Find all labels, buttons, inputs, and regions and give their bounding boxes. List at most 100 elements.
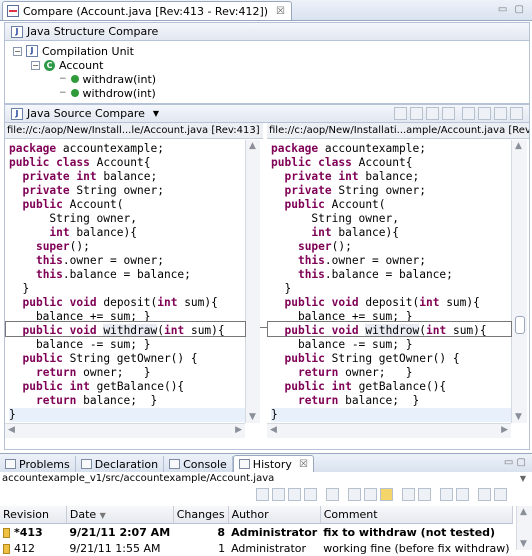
code-line: super(); [9, 240, 245, 254]
close-icon[interactable]: ☒ [299, 459, 308, 470]
tree-node-withdraw[interactable]: − withdraw(int) [59, 72, 156, 86]
column-comment[interactable]: Comment [320, 506, 514, 524]
java-icon: J [11, 25, 23, 38]
copy-right-to-left-icon[interactable] [410, 107, 423, 120]
generate-changelog-icon[interactable] [456, 488, 469, 501]
next-change-icon[interactable] [510, 107, 523, 120]
code-token: package [9, 142, 57, 155]
show-details-icon[interactable] [494, 488, 507, 501]
console-icon [169, 459, 181, 469]
date-cell: 9/21/11 1:55 AM [69, 541, 161, 555]
history-vertical-scrollbar[interactable]: ▲ ▼ [516, 506, 532, 550]
left-horizontal-scrollbar[interactable]: ◀ ▶ [5, 423, 245, 438]
right-code-pane[interactable]: package accountexample; public class Acco… [267, 140, 511, 423]
view-menu-icon[interactable]: ▼ [520, 474, 526, 483]
collapse-icon[interactable]: − [31, 60, 40, 70]
refresh-icon[interactable] [256, 488, 269, 501]
column-date[interactable]: Date ▼ [66, 506, 174, 524]
copy-change-back-icon[interactable] [442, 107, 455, 120]
layout-icon[interactable] [478, 488, 491, 501]
view-menu-icon[interactable]: ▼ [153, 109, 159, 118]
collapse-icon[interactable]: − [13, 46, 22, 56]
tab-console[interactable]: Console [164, 456, 233, 472]
expand-icon[interactable] [440, 488, 453, 501]
filter-icon[interactable] [304, 488, 317, 501]
tree-node-account[interactable]: − C Account [31, 58, 103, 72]
ignore-whitespace-icon[interactable] [462, 107, 475, 120]
code-line: public class Account{ [271, 156, 511, 170]
right-horizontal-scrollbar[interactable]: ◀ ▶ [267, 423, 511, 438]
tree-node-compilation-unit[interactable]: − J Compilation Unit [13, 44, 134, 58]
tab-label: History [252, 457, 292, 471]
code-line: return balance; } [9, 394, 245, 408]
collapse-all-icon[interactable] [418, 488, 431, 501]
code-token: return [297, 366, 339, 379]
remote-revisions-icon[interactable] [364, 488, 377, 501]
copy-left-to-right-icon[interactable] [394, 107, 407, 120]
link-editor-icon[interactable] [272, 488, 285, 501]
code-token: int [419, 296, 440, 309]
left-file-path: file://c:/aop/New/Install...le/Account.j… [5, 123, 263, 139]
column-changes[interactable]: Changes [173, 506, 229, 524]
column-author[interactable]: Author [228, 506, 321, 524]
tab-compare-editor[interactable]: Compare (Account.java [Rev:413 - Rev:412… [2, 1, 292, 20]
code-line: public int getBalance(){ [9, 380, 245, 394]
code-token: super [297, 240, 332, 253]
code-token: int [157, 296, 178, 309]
java-icon: J [11, 107, 23, 120]
code-line: } [271, 282, 511, 296]
copy-current-change-icon[interactable] [426, 107, 439, 120]
code-token: class [318, 156, 352, 169]
pin-icon[interactable] [288, 488, 301, 501]
minimize-maximize-icon[interactable]: ▭ ▢ [504, 457, 526, 468]
code-token: String getOwner() { [62, 352, 198, 365]
all-revisions-icon[interactable] [380, 488, 393, 501]
table-row[interactable]: *413 9/21/11 2:07 AM 8 Administrator fix… [0, 524, 513, 541]
left-vertical-scrollbar[interactable]: ▲ ▼ [245, 140, 261, 423]
previous-difference-icon[interactable] [494, 107, 507, 120]
next-difference-icon[interactable] [478, 107, 491, 120]
tree-node-label: withdraw(int) [82, 72, 157, 86]
compare-mode-icon[interactable] [326, 488, 339, 501]
code-token: String getOwner() { [324, 352, 460, 365]
history-table: Revision Date ▼ Changes Author Comment *… [0, 506, 514, 556]
tab-problems[interactable]: Problems [0, 456, 76, 472]
declaration-icon [80, 459, 92, 469]
code-token: private [22, 184, 70, 197]
code-token: String owner, [9, 212, 137, 225]
close-icon[interactable]: ☒ [276, 6, 285, 17]
tab-label: Console [183, 457, 227, 471]
tab-declaration[interactable]: Declaration [76, 456, 165, 472]
structure-compare-pane: J Java Structure Compare − J Compilation… [4, 22, 530, 104]
table-row[interactable]: 412 9/21/11 1:55 AM 1 Administrator work… [0, 540, 513, 556]
code-line: return owner; } [271, 366, 511, 380]
right-vertical-scrollbar[interactable]: ▲ ▼ [511, 140, 527, 423]
group-by-date-icon[interactable] [402, 488, 415, 501]
code-token: public [284, 352, 325, 365]
tree-node-withdrow[interactable]: − withdrow(int) [59, 86, 156, 100]
minimize-maximize-icon[interactable]: ▭ ▢ [498, 4, 526, 15]
left-code-text: package accountexample; public class Acco… [5, 140, 245, 422]
code-line: private int balance; [9, 170, 245, 184]
tab-history[interactable]: History ☒ [232, 455, 314, 472]
overview-ruler-marker[interactable] [515, 316, 525, 334]
code-token: Account{ [89, 156, 151, 169]
local-revisions-icon[interactable] [348, 488, 361, 501]
column-revision[interactable]: Revision [0, 506, 67, 524]
code-token: .owner = owner; [62, 254, 164, 267]
code-line: this.owner = owner; [9, 254, 245, 268]
code-token: this [297, 268, 325, 281]
left-code-pane[interactable]: package accountexample; public class Acco… [5, 140, 245, 423]
code-line: private String owner; [271, 184, 511, 198]
code-token: balance -= sum; } [271, 338, 413, 351]
code-token: deposit( [358, 296, 420, 309]
